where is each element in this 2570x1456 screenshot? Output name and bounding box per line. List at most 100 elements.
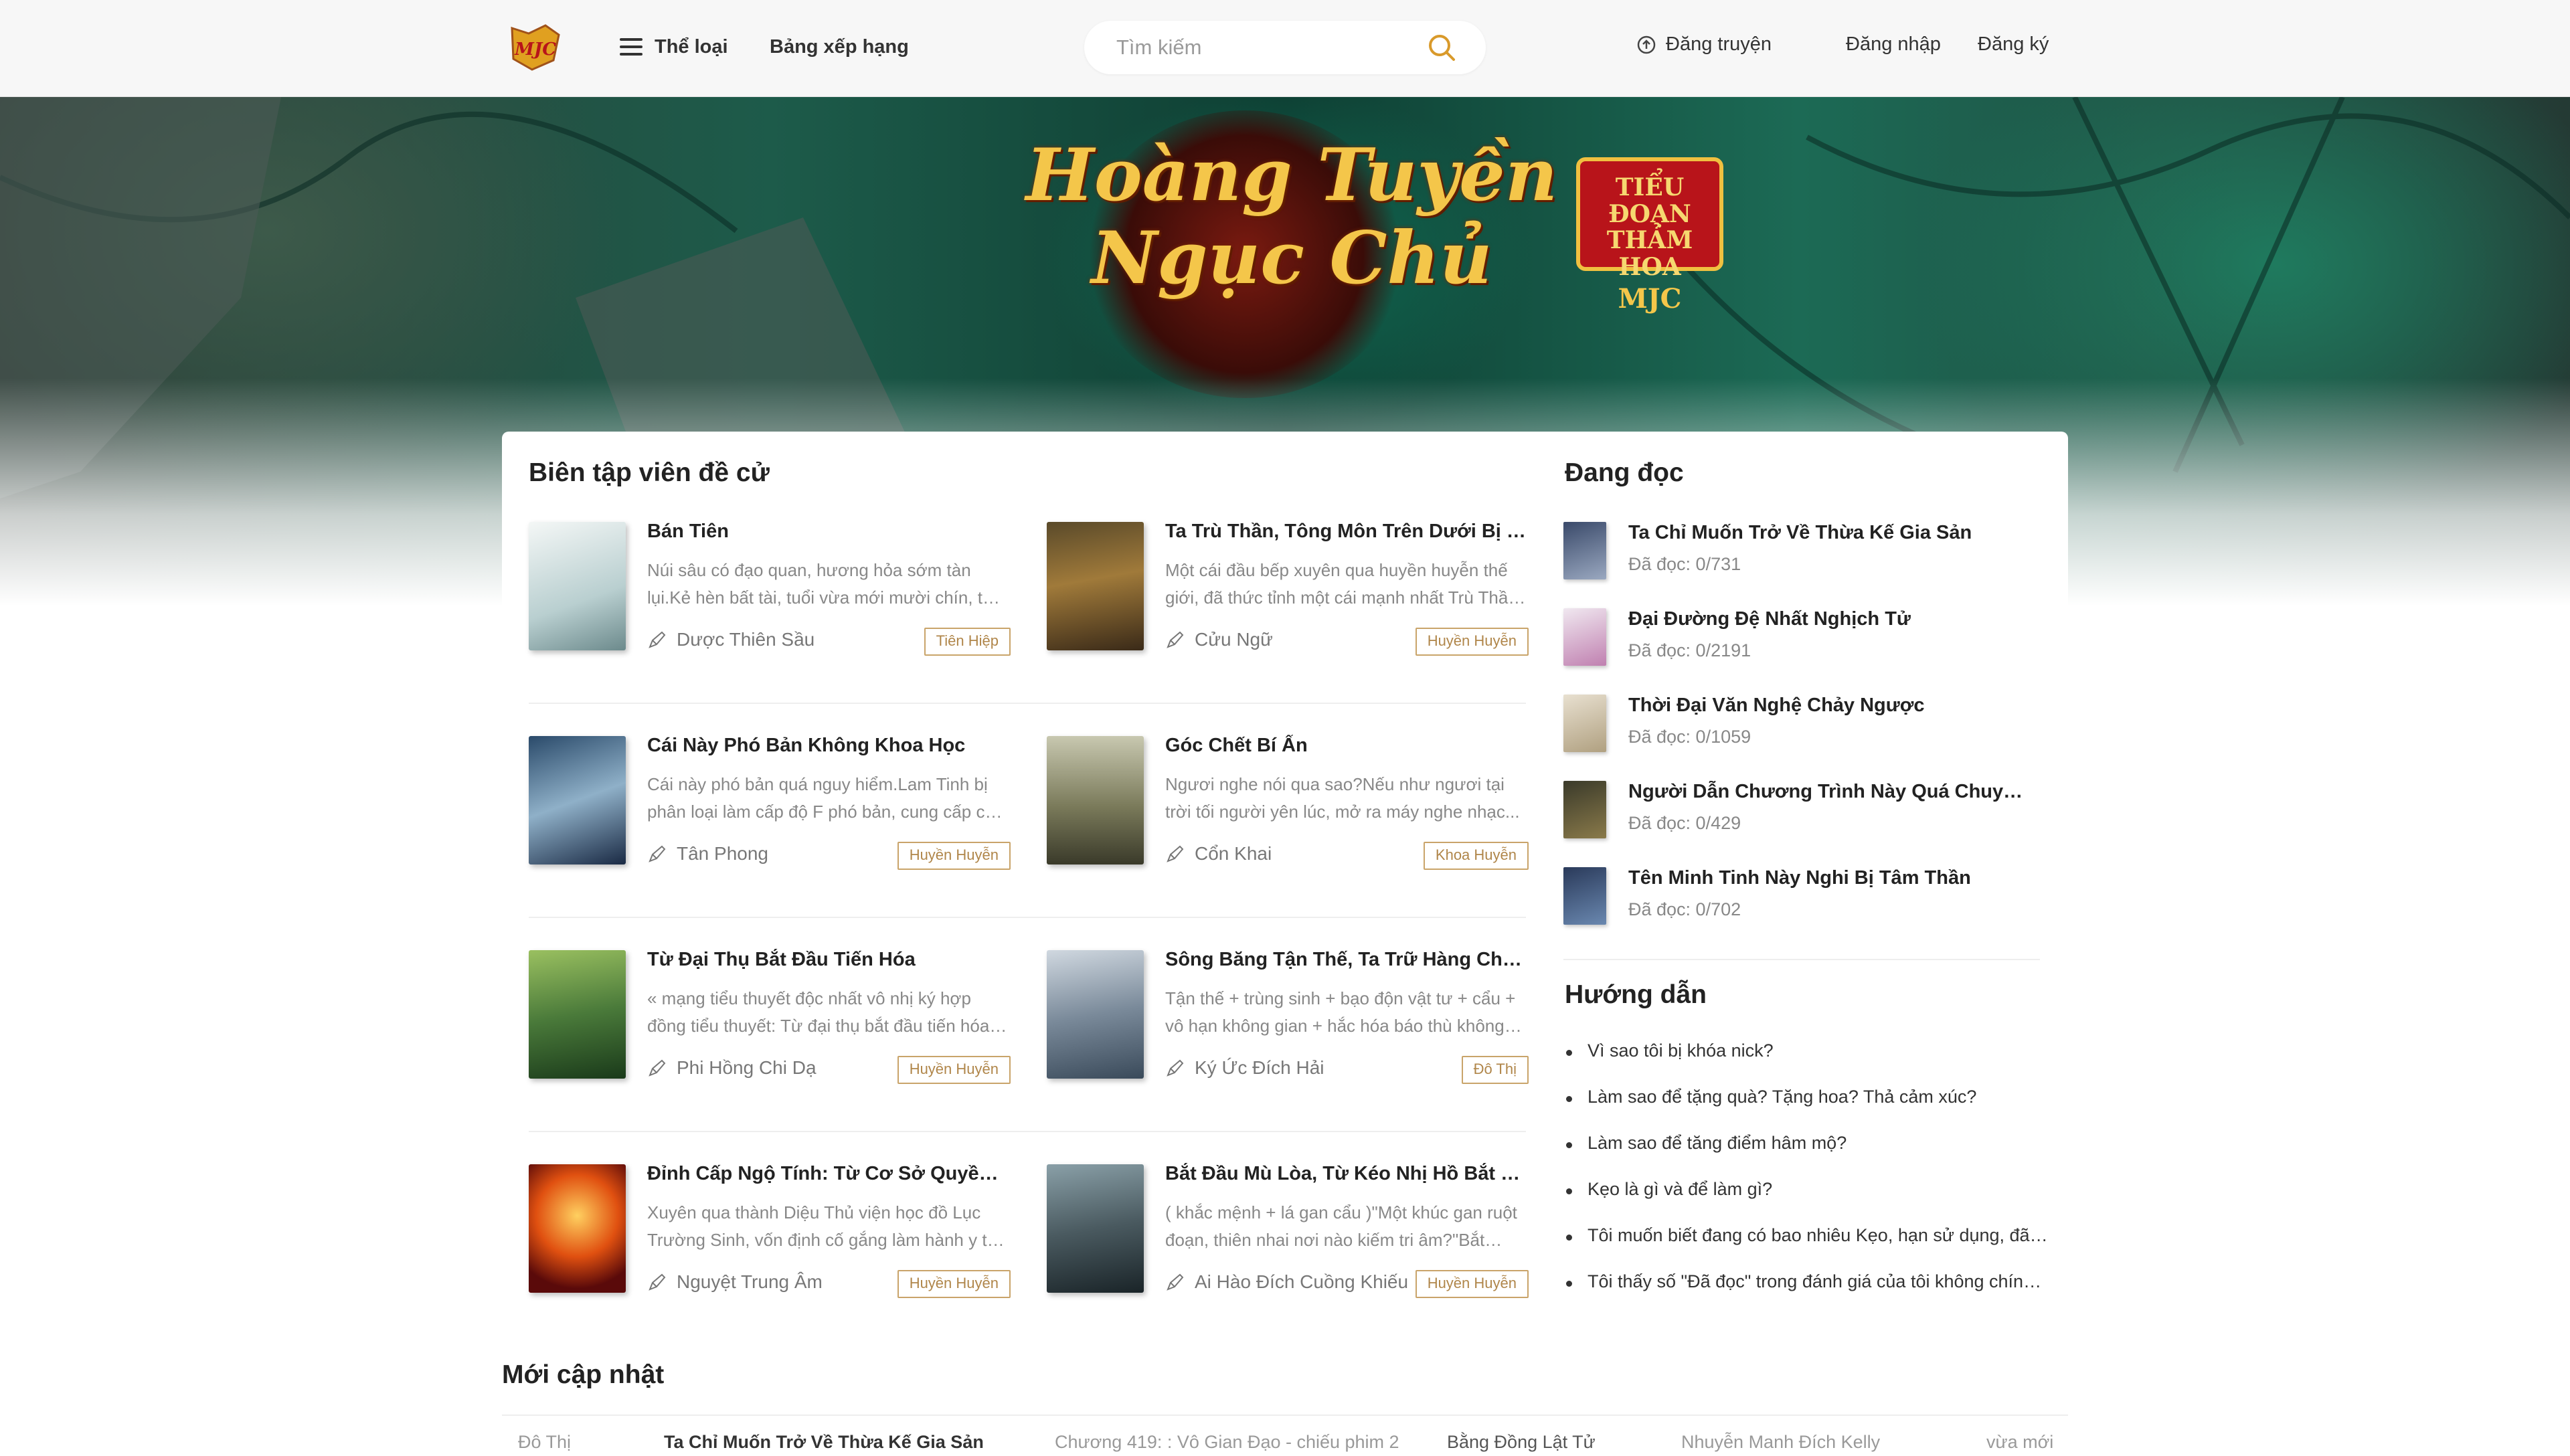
reading-item[interactable]: Thời Đại Văn Nghệ Chảy Ngược Đã đọc: 0/1… bbox=[1563, 695, 2045, 761]
reading-item[interactable]: Tên Minh Tinh Này Nghi Bị Tâm Thần Đã đọ… bbox=[1563, 867, 2045, 934]
guide-link[interactable]: Làm sao để tăng điểm hâm mộ? bbox=[1566, 1133, 2048, 1154]
book-cover[interactable] bbox=[1047, 1164, 1144, 1293]
book-card[interactable]: Cái Này Phó Bản Không Khoa Học Cái này p… bbox=[529, 735, 1011, 870]
reading-cover[interactable] bbox=[1563, 695, 1606, 752]
book-cover[interactable] bbox=[529, 950, 626, 1079]
reading-cover[interactable] bbox=[1563, 867, 1606, 925]
guide-link[interactable]: Vì sao tôi bị khóa nick? bbox=[1566, 1040, 2048, 1061]
latest-author[interactable]: Nhuyễn Manh Đích Kelly bbox=[1681, 1432, 1880, 1453]
book-card[interactable]: Bắt Đầu Mù Lòa, Từ Kéo Nhị Hồ Bắt Đầu ( … bbox=[1047, 1163, 1529, 1298]
reading-progress: Đã đọc: 0/2191 bbox=[1628, 640, 1751, 660]
latest-book-title[interactable]: Ta Chỉ Muốn Trở Về Thừa Kế Gia Sản bbox=[664, 1432, 1012, 1453]
latest-chapter[interactable]: Chương 419: : Vô Gian Đạo - chiếu phim 2 bbox=[1055, 1432, 1403, 1453]
book-author[interactable]: Ký Ức Đích Hải bbox=[1165, 1057, 1446, 1079]
book-cover[interactable] bbox=[1047, 736, 1144, 864]
reading-item[interactable]: Ta Chỉ Muốn Trở Về Thừa Kế Gia Sản Đã đọ… bbox=[1563, 522, 2045, 589]
guide-link[interactable]: Tôi thấy số "Đã đọc" trong đánh giá của … bbox=[1566, 1271, 2048, 1292]
book-author[interactable]: Cửu Ngữ bbox=[1165, 629, 1446, 650]
book-genre-tag[interactable]: Huyền Huyễn bbox=[1415, 1270, 1529, 1298]
book-title[interactable]: Ta Trù Thần, Tông Môn Trên Dưới Bị Ta Ch… bbox=[1165, 521, 1527, 543]
pen-icon bbox=[649, 845, 666, 862]
book-author[interactable]: Cổn Khai bbox=[1165, 843, 1446, 864]
badge-line1: TIỂU ĐOẠN bbox=[1608, 173, 1691, 228]
upload-story-link[interactable]: Đăng truyện bbox=[1636, 33, 1772, 56]
book-title[interactable]: Bán Tiên bbox=[647, 521, 1009, 543]
guide-section-title: Hướng dẫn bbox=[1565, 980, 1707, 1009]
book-title[interactable]: Sông Băng Tận Thế, Ta Trữ Hàng Chục Ức V… bbox=[1165, 949, 1527, 971]
book-title[interactable]: Góc Chết Bí Ẩn bbox=[1165, 735, 1527, 757]
book-card[interactable]: Đỉnh Cấp Ngộ Tính: Từ Cơ Sở Quyền Pháp B… bbox=[529, 1163, 1011, 1298]
book-cover[interactable] bbox=[1047, 522, 1144, 650]
book-description: Núi sâu có đạo quan, hương hỏa sớm tàn l… bbox=[647, 560, 993, 608]
book-card[interactable]: Sông Băng Tận Thế, Ta Trữ Hàng Chục Ức V… bbox=[1047, 949, 1529, 1084]
pen-icon bbox=[649, 1059, 666, 1077]
ranking-link[interactable]: Bảng xếp hạng bbox=[770, 32, 909, 62]
book-card[interactable]: Ta Trù Thần, Tông Môn Trên Dưới Bị Ta Ch… bbox=[1047, 521, 1529, 656]
pen-icon bbox=[1167, 1273, 1184, 1291]
book-cover[interactable] bbox=[1047, 950, 1144, 1079]
ranking-label: Bảng xếp hạng bbox=[770, 35, 909, 58]
row-divider bbox=[529, 917, 1526, 918]
latest-update-row[interactable]: Đô Thị Ta Chỉ Muốn Trở Về Thừa Kế Gia Sả… bbox=[502, 1415, 2068, 1456]
book-description: Cái này phó bản quá nguy hiểm.Lam Tinh b… bbox=[647, 774, 1005, 822]
reading-progress: Đã đọc: 0/1059 bbox=[1628, 727, 1751, 747]
book-genre-tag[interactable]: Tiên Hiệp bbox=[924, 628, 1011, 656]
search-icon[interactable] bbox=[1427, 33, 1456, 62]
reading-title[interactable]: Tên Minh Tinh Này Nghi Bị Tâm Thần bbox=[1628, 867, 2030, 889]
book-author-name: Cửu Ngữ bbox=[1195, 629, 1273, 650]
book-author[interactable]: Dược Thiên Sầu bbox=[647, 629, 928, 650]
reading-cover[interactable] bbox=[1563, 522, 1606, 579]
book-author-name: Nguyệt Trung Âm bbox=[677, 1271, 823, 1292]
book-description: Xuyên qua thành Diệu Thủ viện học đồ Lục… bbox=[647, 1202, 997, 1250]
reading-title[interactable]: Đại Đường Đệ Nhất Nghịch Tử bbox=[1628, 608, 2030, 630]
banner-title-line1: Hoàng Tuyền bbox=[1025, 133, 1558, 217]
reading-title[interactable]: Thời Đại Văn Nghệ Chảy Ngược bbox=[1628, 695, 2030, 717]
latest-translator[interactable]: Bằng Đồng Lật Tử bbox=[1447, 1432, 1596, 1453]
category-menu-label: Thể loại bbox=[655, 35, 728, 58]
row-divider bbox=[529, 1131, 1526, 1132]
book-title[interactable]: Đỉnh Cấp Ngộ Tính: Từ Cơ Sở Quyền Pháp B… bbox=[647, 1163, 1009, 1185]
book-genre-tag[interactable]: Đô Thị bbox=[1461, 1056, 1529, 1084]
login-link[interactable]: Đăng nhập bbox=[1846, 33, 1941, 56]
book-cover[interactable] bbox=[529, 1164, 626, 1293]
book-genre-tag[interactable]: Huyền Huyễn bbox=[897, 1056, 1011, 1084]
register-link[interactable]: Đăng ký bbox=[1978, 33, 2049, 56]
book-card[interactable]: Góc Chết Bí Ẩn Ngươi nghe nói qua sao?Nế… bbox=[1047, 735, 1529, 870]
book-cover[interactable] bbox=[529, 736, 626, 864]
book-card[interactable]: Từ Đại Thụ Bắt Đầu Tiến Hóa « mạng tiểu … bbox=[529, 949, 1011, 1084]
book-genre-tag[interactable]: Khoa Huyễn bbox=[1423, 842, 1529, 870]
reading-title[interactable]: Ta Chỉ Muốn Trở Về Thừa Kế Gia Sản bbox=[1628, 522, 2030, 544]
book-author[interactable]: Ai Hào Đích Cuồng Khiếu bbox=[1165, 1271, 1446, 1293]
upload-story-label: Đăng truyện bbox=[1666, 33, 1772, 55]
guide-link[interactable]: Kẹo là gì và để làm gì? bbox=[1566, 1179, 2048, 1200]
guide-link[interactable]: Làm sao để tặng quà? Tặng hoa? Thả cảm x… bbox=[1566, 1087, 2048, 1107]
book-card[interactable]: Bán Tiên Núi sâu có đạo quan, hương hỏa … bbox=[529, 521, 1011, 656]
book-author[interactable]: Phi Hồng Chi Dạ bbox=[647, 1057, 928, 1079]
reading-item[interactable]: Đại Đường Đệ Nhất Nghịch Tử Đã đọc: 0/21… bbox=[1563, 608, 2045, 675]
book-author[interactable]: Tân Phong bbox=[647, 843, 928, 864]
search-input[interactable] bbox=[1115, 35, 1412, 60]
book-author[interactable]: Nguyệt Trung Âm bbox=[647, 1271, 928, 1293]
pen-icon bbox=[1167, 631, 1184, 648]
guide-link[interactable]: Tôi muốn biết đang có bao nhiêu Kẹo, hạn… bbox=[1566, 1225, 2048, 1246]
latest-genre[interactable]: Đô Thị bbox=[518, 1432, 571, 1453]
book-title[interactable]: Bắt Đầu Mù Lòa, Từ Kéo Nhị Hồ Bắt Đầu bbox=[1165, 1163, 1527, 1185]
badge-logo: MJC bbox=[1618, 283, 1682, 315]
reading-cover[interactable] bbox=[1563, 781, 1606, 838]
category-menu-button[interactable]: Thể loại bbox=[620, 32, 728, 62]
book-description: « mạng tiểu thuyết độc nhất vô nhị ký hợ… bbox=[647, 988, 990, 1036]
reading-item[interactable]: Người Dẫn Chương Trình Này Quá Chuyên Ng… bbox=[1563, 781, 2045, 848]
book-title[interactable]: Từ Đại Thụ Bắt Đầu Tiến Hóa bbox=[647, 949, 1009, 971]
book-genre-tag[interactable]: Huyền Huyễn bbox=[897, 1270, 1011, 1298]
book-cover[interactable] bbox=[529, 522, 626, 650]
book-title[interactable]: Cái Này Phó Bản Không Khoa Học bbox=[647, 735, 1009, 757]
reading-cover[interactable] bbox=[1563, 608, 1606, 666]
site-logo[interactable]: MJC bbox=[505, 20, 566, 74]
content-card: Biên tập viên đề cử Bán Tiên Núi sâu có … bbox=[502, 432, 2068, 1328]
latest-section-title: Mới cập nhật bbox=[502, 1360, 665, 1389]
book-genre-tag[interactable]: Huyền Huyễn bbox=[897, 842, 1011, 870]
book-genre-tag[interactable]: Huyền Huyễn bbox=[1415, 628, 1529, 656]
reading-title[interactable]: Người Dẫn Chương Trình Này Quá Chuyên Ng… bbox=[1628, 781, 2030, 803]
book-description: Ngươi nghe nói qua sao?Nếu như ngươi tại… bbox=[1165, 774, 1520, 822]
login-label: Đăng nhập bbox=[1846, 33, 1941, 55]
